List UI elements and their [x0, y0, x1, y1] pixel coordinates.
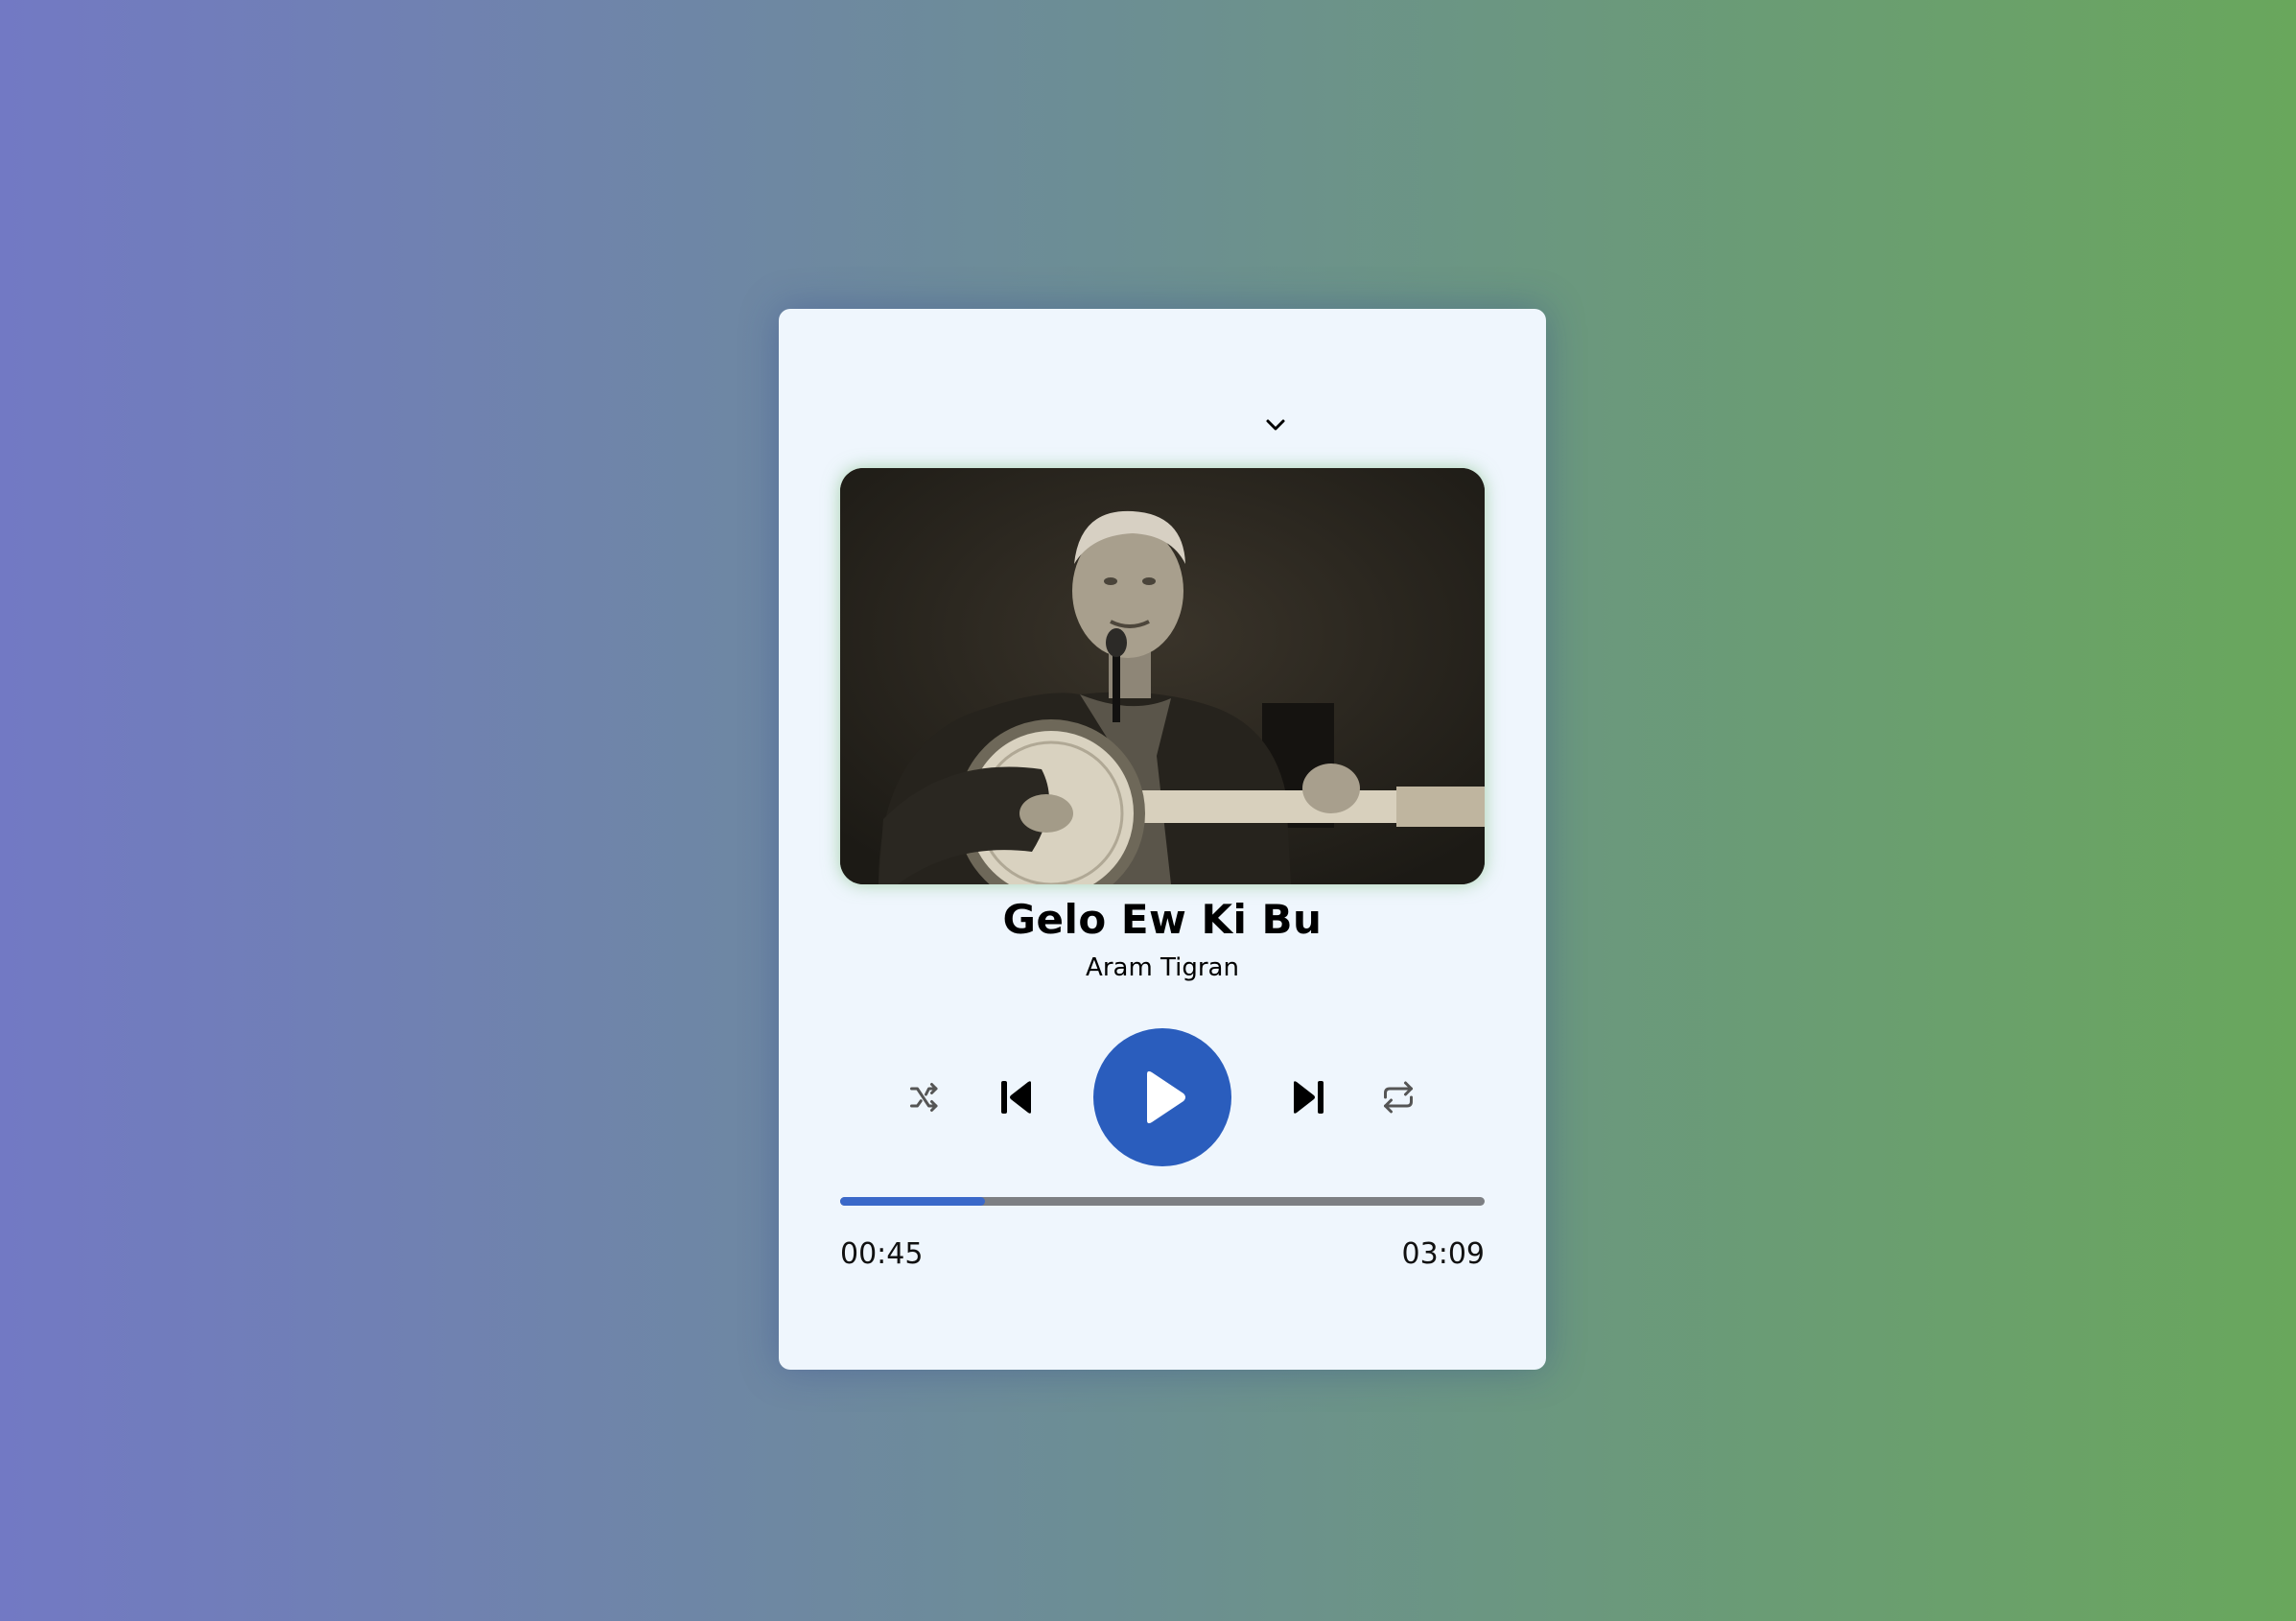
next-track-button[interactable] — [1283, 1072, 1333, 1122]
artist-name: Aram Tigran — [1086, 953, 1239, 982]
chevron-down-icon — [1266, 419, 1285, 431]
progress-bar[interactable] — [840, 1197, 1485, 1206]
skip-previous-icon — [1001, 1081, 1031, 1114]
total-time: 03:09 — [1401, 1237, 1485, 1271]
previous-track-button[interactable] — [992, 1072, 1042, 1122]
progress-fill — [840, 1197, 986, 1206]
skip-next-icon — [1294, 1081, 1324, 1114]
current-time: 00:45 — [840, 1237, 924, 1271]
repeat-icon — [1384, 1081, 1413, 1114]
collapse-button[interactable] — [1258, 411, 1293, 439]
album-art — [840, 468, 1485, 884]
music-player-card: Gelo Ew Ki Bu Aram Tigran 00:45 03:09 — [779, 309, 1546, 1370]
song-title: Gelo Ew Ki Bu — [1002, 896, 1323, 943]
shuffle-icon — [910, 1083, 938, 1112]
play-button[interactable] — [1093, 1028, 1231, 1166]
repeat-button[interactable] — [1375, 1074, 1421, 1120]
play-icon — [1147, 1070, 1185, 1124]
shuffle-button[interactable] — [902, 1074, 948, 1120]
